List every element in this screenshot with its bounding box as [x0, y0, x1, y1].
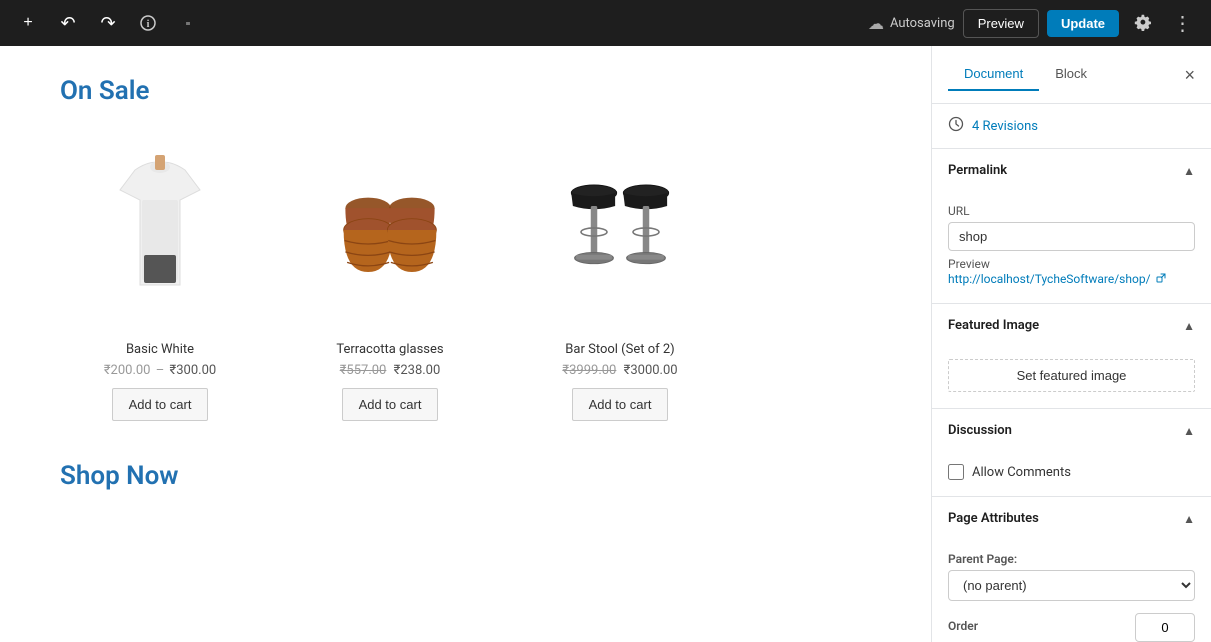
- product-name-pots: Terracotta glasses: [290, 342, 490, 357]
- allow-comments-label[interactable]: Allow Comments: [948, 464, 1195, 480]
- add-to-cart-pots[interactable]: Add to cart: [342, 388, 439, 421]
- autosaving-status: ☁ Autosaving: [868, 14, 955, 33]
- product-image-pots: [290, 130, 490, 330]
- discussion-section: Discussion ▲ Allow Comments: [932, 409, 1211, 497]
- order-row: Order: [948, 613, 1195, 642]
- product-card-tshirt: Basic White ₹200.00 – ₹300.00 Add to car…: [60, 130, 260, 421]
- add-block-button[interactable]: +: [12, 7, 44, 39]
- featured-image-header[interactable]: Featured Image ▲: [932, 304, 1211, 347]
- info-button[interactable]: i: [132, 7, 164, 39]
- product-price-tshirt: ₹200.00 – ₹300.00: [60, 363, 260, 378]
- page-attributes-title: Page Attributes: [948, 511, 1039, 526]
- set-featured-image-button[interactable]: Set featured image: [948, 359, 1195, 392]
- sidebar-content: 4 Revisions Permalink ▲ URL Preview http…: [932, 104, 1211, 642]
- svg-text:i: i: [147, 19, 150, 30]
- allow-comments-text: Allow Comments: [972, 465, 1071, 480]
- preview-url-link[interactable]: http://localhost/TycheSoftware/shop/: [948, 272, 1151, 286]
- sidebar-tabs: Document Block: [948, 58, 1103, 91]
- product-image-tshirt: [60, 130, 260, 330]
- discussion-body: Allow Comments: [932, 452, 1211, 496]
- page-attributes-header[interactable]: Page Attributes ▲: [932, 497, 1211, 540]
- editor-area: On Sale: [0, 46, 931, 642]
- page-attributes-section: Page Attributes ▲ Parent Page: (no paren…: [932, 497, 1211, 642]
- page-attributes-chevron-icon: ▲: [1183, 512, 1195, 526]
- price-new-barstool: ₹3000.00: [624, 363, 678, 378]
- products-grid: Basic White ₹200.00 – ₹300.00 Add to car…: [60, 130, 871, 421]
- tools-button[interactable]: [172, 7, 204, 39]
- order-label: Order: [948, 619, 978, 633]
- order-input[interactable]: [1135, 613, 1195, 642]
- permalink-chevron-icon: ▲: [1183, 164, 1195, 178]
- shop-now-title: Shop Now: [60, 461, 871, 491]
- discussion-header[interactable]: Discussion ▲: [932, 409, 1211, 452]
- page-attributes-body: Parent Page: (no parent) Order: [932, 540, 1211, 642]
- tab-document[interactable]: Document: [948, 58, 1039, 91]
- product-image-barstool: [520, 130, 720, 330]
- product-price-pots: ₹557.00 ₹238.00: [290, 363, 490, 378]
- discussion-title: Discussion: [948, 423, 1012, 438]
- preview-button[interactable]: Preview: [963, 9, 1039, 38]
- tab-block[interactable]: Block: [1039, 58, 1103, 91]
- autosaving-label: Autosaving: [890, 16, 955, 31]
- price-old-barstool: ₹3999.00: [562, 363, 616, 378]
- featured-image-title: Featured Image: [948, 318, 1039, 333]
- preview-area: Preview http://localhost/TycheSoftware/s…: [948, 257, 1195, 287]
- on-sale-title: On Sale: [60, 76, 871, 106]
- price-separator: –: [156, 363, 165, 378]
- product-name-barstool: Bar Stool (Set of 2): [520, 342, 720, 357]
- main-layout: On Sale: [0, 46, 1211, 642]
- permalink-header[interactable]: Permalink ▲: [932, 149, 1211, 192]
- revisions-label: 4 Revisions: [972, 119, 1038, 134]
- cloud-icon: ☁: [868, 14, 884, 33]
- permalink-section: Permalink ▲ URL Preview http://localhost…: [932, 149, 1211, 304]
- external-link-icon: [1156, 275, 1166, 286]
- featured-image-body: Set featured image: [932, 347, 1211, 408]
- toolbar-left: + ↶ ↷ i: [12, 7, 204, 39]
- sidebar-close-button[interactable]: ×: [1184, 66, 1195, 84]
- revisions-bar: 4 Revisions: [932, 104, 1211, 149]
- product-price-barstool: ₹3999.00 ₹3000.00: [520, 363, 720, 378]
- price-new: ₹300.00: [170, 363, 217, 378]
- sidebar: Document Block × 4 Revisions: [931, 46, 1211, 642]
- sidebar-header: Document Block ×: [932, 46, 1211, 104]
- url-input[interactable]: [948, 222, 1195, 251]
- product-name-tshirt: Basic White: [60, 342, 260, 357]
- product-card-barstool: Bar Stool (Set of 2) ₹3999.00 ₹3000.00 A…: [520, 130, 720, 421]
- url-label: URL: [948, 204, 1195, 218]
- price-old-pots: ₹557.00: [340, 363, 387, 378]
- toolbar: + ↶ ↷ i ☁ Autosaving Preview Update: [0, 0, 1211, 46]
- preview-label: Preview: [948, 257, 990, 271]
- product-card-pots: Terracotta glasses ₹557.00 ₹238.00 Add t…: [290, 130, 490, 421]
- redo-button[interactable]: ↷: [92, 7, 124, 39]
- parent-page-select[interactable]: (no parent): [948, 570, 1195, 601]
- parent-page-label: Parent Page:: [948, 552, 1195, 566]
- add-to-cart-barstool[interactable]: Add to cart: [572, 388, 669, 421]
- settings-button[interactable]: [1127, 7, 1159, 39]
- update-button[interactable]: Update: [1047, 10, 1119, 37]
- add-to-cart-tshirt[interactable]: Add to cart: [112, 388, 209, 421]
- history-icon: [948, 116, 964, 136]
- discussion-chevron-icon: ▲: [1183, 424, 1195, 438]
- featured-image-section: Featured Image ▲ Set featured image: [932, 304, 1211, 409]
- undo-button[interactable]: ↶: [52, 7, 84, 39]
- price-old: ₹200.00: [104, 363, 151, 378]
- more-options-button[interactable]: ⋮: [1167, 7, 1199, 39]
- permalink-body: URL Preview http://localhost/TycheSoftwa…: [932, 192, 1211, 303]
- permalink-title: Permalink: [948, 163, 1007, 178]
- toolbar-right: ☁ Autosaving Preview Update ⋮: [868, 7, 1199, 39]
- allow-comments-checkbox[interactable]: [948, 464, 964, 480]
- price-new-pots: ₹238.00: [394, 363, 441, 378]
- featured-image-chevron-icon: ▲: [1183, 319, 1195, 333]
